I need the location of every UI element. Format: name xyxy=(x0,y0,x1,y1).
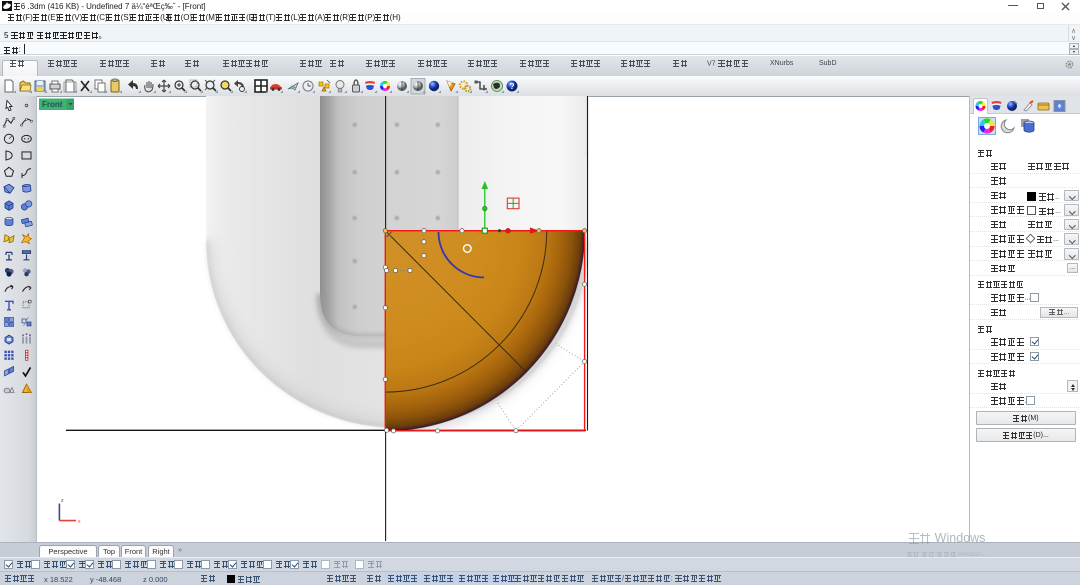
svg-text:z: z xyxy=(61,498,64,504)
svg-text:?: ? xyxy=(510,82,515,91)
svg-text:Front: Front xyxy=(42,100,63,109)
svg-text:x: x xyxy=(78,519,81,525)
